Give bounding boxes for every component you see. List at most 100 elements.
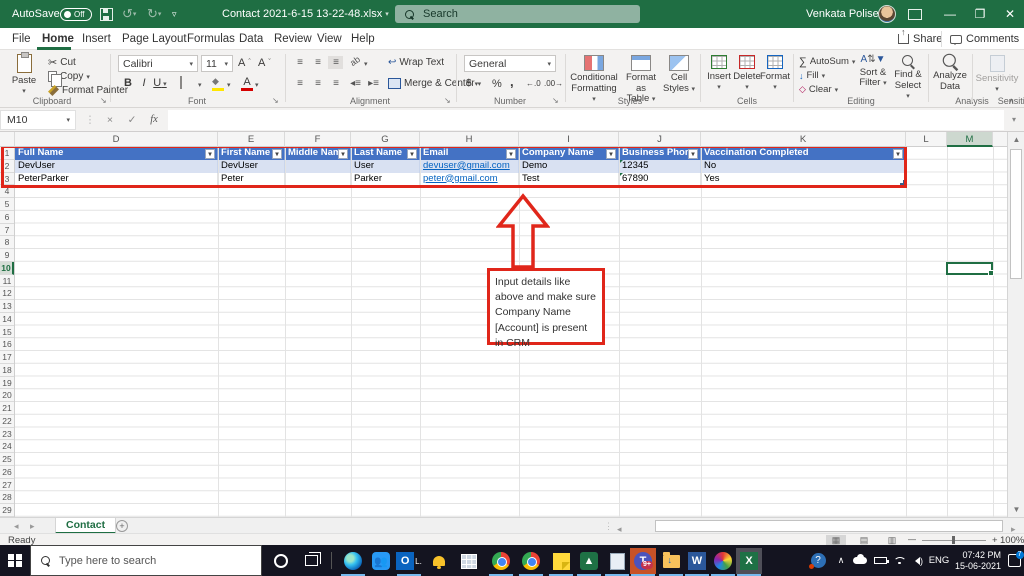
enter-formula-button[interactable]: ✓	[122, 110, 142, 130]
task-view-button[interactable]	[298, 545, 324, 576]
col-header-L[interactable]: L	[906, 132, 947, 147]
selected-cell-M10[interactable]	[946, 262, 993, 276]
formula-input[interactable]	[168, 110, 1004, 130]
col-header-H[interactable]: H	[420, 132, 519, 147]
col-header-D[interactable]: D	[15, 132, 218, 147]
select-all-corner[interactable]	[0, 132, 15, 147]
tray-onedrive-button[interactable]	[850, 545, 870, 576]
row-header-28[interactable]: 28	[0, 491, 14, 504]
align-center-button[interactable]: ≡	[310, 77, 325, 90]
tab-data[interactable]: Data	[237, 28, 265, 50]
row-header-23[interactable]: 23	[0, 428, 14, 441]
row-header-20[interactable]: 20	[0, 389, 14, 402]
sheet-tab-contact[interactable]: Contact	[55, 518, 116, 534]
font-name-select[interactable]: Calibri▾	[118, 55, 198, 72]
close-button[interactable]: ✕	[995, 0, 1024, 28]
fill-color-caret[interactable]: ▾	[227, 81, 231, 89]
tray-help-button[interactable]: ?	[806, 545, 830, 576]
row-header-17[interactable]: 17	[0, 351, 14, 364]
row-header-15[interactable]: 15	[0, 326, 14, 339]
taskbar-sticky-notes-button[interactable]	[548, 548, 574, 574]
col-header-J[interactable]: J	[619, 132, 701, 147]
row-header-26[interactable]: 26	[0, 466, 14, 479]
row-header-22[interactable]: 22	[0, 415, 14, 428]
sort-filter-button[interactable]: A⇅▼ Sort &Filter ▾	[856, 55, 890, 90]
cortana-button[interactable]	[268, 545, 294, 576]
collapse-ribbon-button[interactable]: ∧	[1008, 96, 1015, 107]
cut-button[interactable]: ✂Cut	[48, 56, 76, 69]
percent-style-button[interactable]: %	[492, 77, 502, 90]
taskbar-notepad-button[interactable]	[604, 548, 630, 574]
font-color-button[interactable]: A	[239, 76, 255, 91]
taskbar-downloads-folder-button[interactable]	[658, 548, 684, 574]
redo-button[interactable]: ↻▾	[147, 0, 161, 28]
tray-battery-button[interactable]	[870, 545, 890, 576]
row-header-24[interactable]: 24	[0, 440, 14, 453]
row-header-5[interactable]: 5	[0, 198, 14, 211]
tab-page-layout[interactable]: Page Layout	[120, 28, 189, 50]
vertical-scrollbar[interactable]: ▲ ▼	[1007, 132, 1024, 517]
vertical-scroll-thumb[interactable]	[1010, 149, 1022, 279]
tab-file[interactable]: File	[10, 28, 33, 50]
taskbar-people-button[interactable]: 👥	[368, 548, 394, 574]
tab-formulas[interactable]: Formulas	[185, 28, 237, 50]
taskbar-paint-button[interactable]	[710, 548, 736, 574]
zoom-slider-thumb[interactable]	[952, 536, 955, 544]
analyze-data-button[interactable]: AnalyzeData	[932, 55, 968, 92]
tray-wifi-button[interactable]	[890, 545, 908, 576]
expand-formula-bar-button[interactable]: ▾	[1004, 110, 1024, 130]
borders-caret[interactable]: ▾	[198, 81, 202, 89]
customize-qat-button[interactable]: ▿	[172, 0, 177, 28]
normal-view-button[interactable]: ▦	[826, 535, 846, 546]
align-bottom-button[interactable]: ≡	[328, 56, 343, 69]
borders-button[interactable]	[180, 77, 182, 88]
tab-view[interactable]: View	[315, 28, 344, 50]
number-dialog-launcher[interactable]: ↘	[552, 96, 559, 105]
row-header-21[interactable]: 21	[0, 402, 14, 415]
sheet-nav-right-icon[interactable]: ▸	[30, 518, 35, 534]
titlebar-search-box[interactable]: Search	[395, 5, 640, 23]
action-center-button[interactable]: 7	[1004, 545, 1024, 576]
splitter-handle[interactable]: ⋮	[604, 518, 613, 534]
scroll-down-button[interactable]: ▼	[1008, 502, 1024, 517]
row-header-7[interactable]: 7	[0, 224, 14, 237]
row-header-16[interactable]: 16	[0, 338, 14, 351]
increase-indent-button[interactable]: ▸≡	[366, 77, 381, 90]
fill-color-button[interactable]: ◆	[210, 76, 226, 91]
horizontal-scroll-thumb[interactable]	[655, 520, 1003, 532]
tab-insert[interactable]: Insert	[80, 28, 113, 50]
underline-button[interactable]: U ▾	[152, 76, 168, 91]
row-header-8[interactable]: 8	[0, 236, 14, 249]
row-header-10[interactable]: 10	[0, 262, 14, 275]
tab-review[interactable]: Review	[272, 28, 314, 50]
taskbar-outlook-button[interactable]: OL.	[396, 548, 422, 574]
comments-button[interactable]: Comments	[950, 30, 1019, 48]
col-header-K[interactable]: K	[701, 132, 906, 147]
number-format-select[interactable]: General▾	[464, 55, 556, 72]
taskbar-word-button[interactable]: W	[684, 548, 710, 574]
delete-cells-button[interactable]: Delete▾	[734, 55, 760, 93]
page-break-view-button[interactable]: ▥	[882, 535, 902, 546]
row-header-13[interactable]: 13	[0, 300, 14, 313]
row-header-29[interactable]: 29	[0, 504, 14, 517]
tray-volume-button[interactable]: )	[908, 545, 926, 576]
tray-clock[interactable]: 07:42 PM15-06-2021	[952, 545, 1004, 576]
fill-button[interactable]: ↓Fill ▾	[799, 69, 825, 82]
increase-decimal-button[interactable]: ←.0	[526, 77, 541, 90]
row-header-6[interactable]: 6	[0, 211, 14, 224]
taskbar-greenshot-button[interactable]: ▲	[576, 548, 602, 574]
name-box[interactable]: M10▾	[0, 110, 76, 130]
insert-cells-button[interactable]: Insert▾	[706, 55, 732, 93]
taskbar-chrome-button[interactable]	[488, 548, 514, 574]
tray-show-hidden-icons[interactable]: ∧	[832, 545, 850, 576]
grid-body[interactable]: 1234567891011121314151617181920212223242…	[0, 147, 1007, 517]
sensitivity-button[interactable]: Sensitivity▾	[976, 55, 1018, 95]
italic-button[interactable]: I	[136, 76, 152, 91]
zoom-out-button[interactable]: —	[908, 535, 916, 544]
decrease-decimal-button[interactable]: .00→	[544, 77, 563, 90]
paste-button[interactable]: Paste▾	[6, 54, 42, 97]
share-button[interactable]: Share	[898, 30, 942, 48]
clear-button[interactable]: ◇Clear ▾	[799, 83, 838, 96]
restore-button[interactable]: ❐	[965, 0, 995, 28]
orientation-caret[interactable]: ▾	[364, 60, 368, 68]
